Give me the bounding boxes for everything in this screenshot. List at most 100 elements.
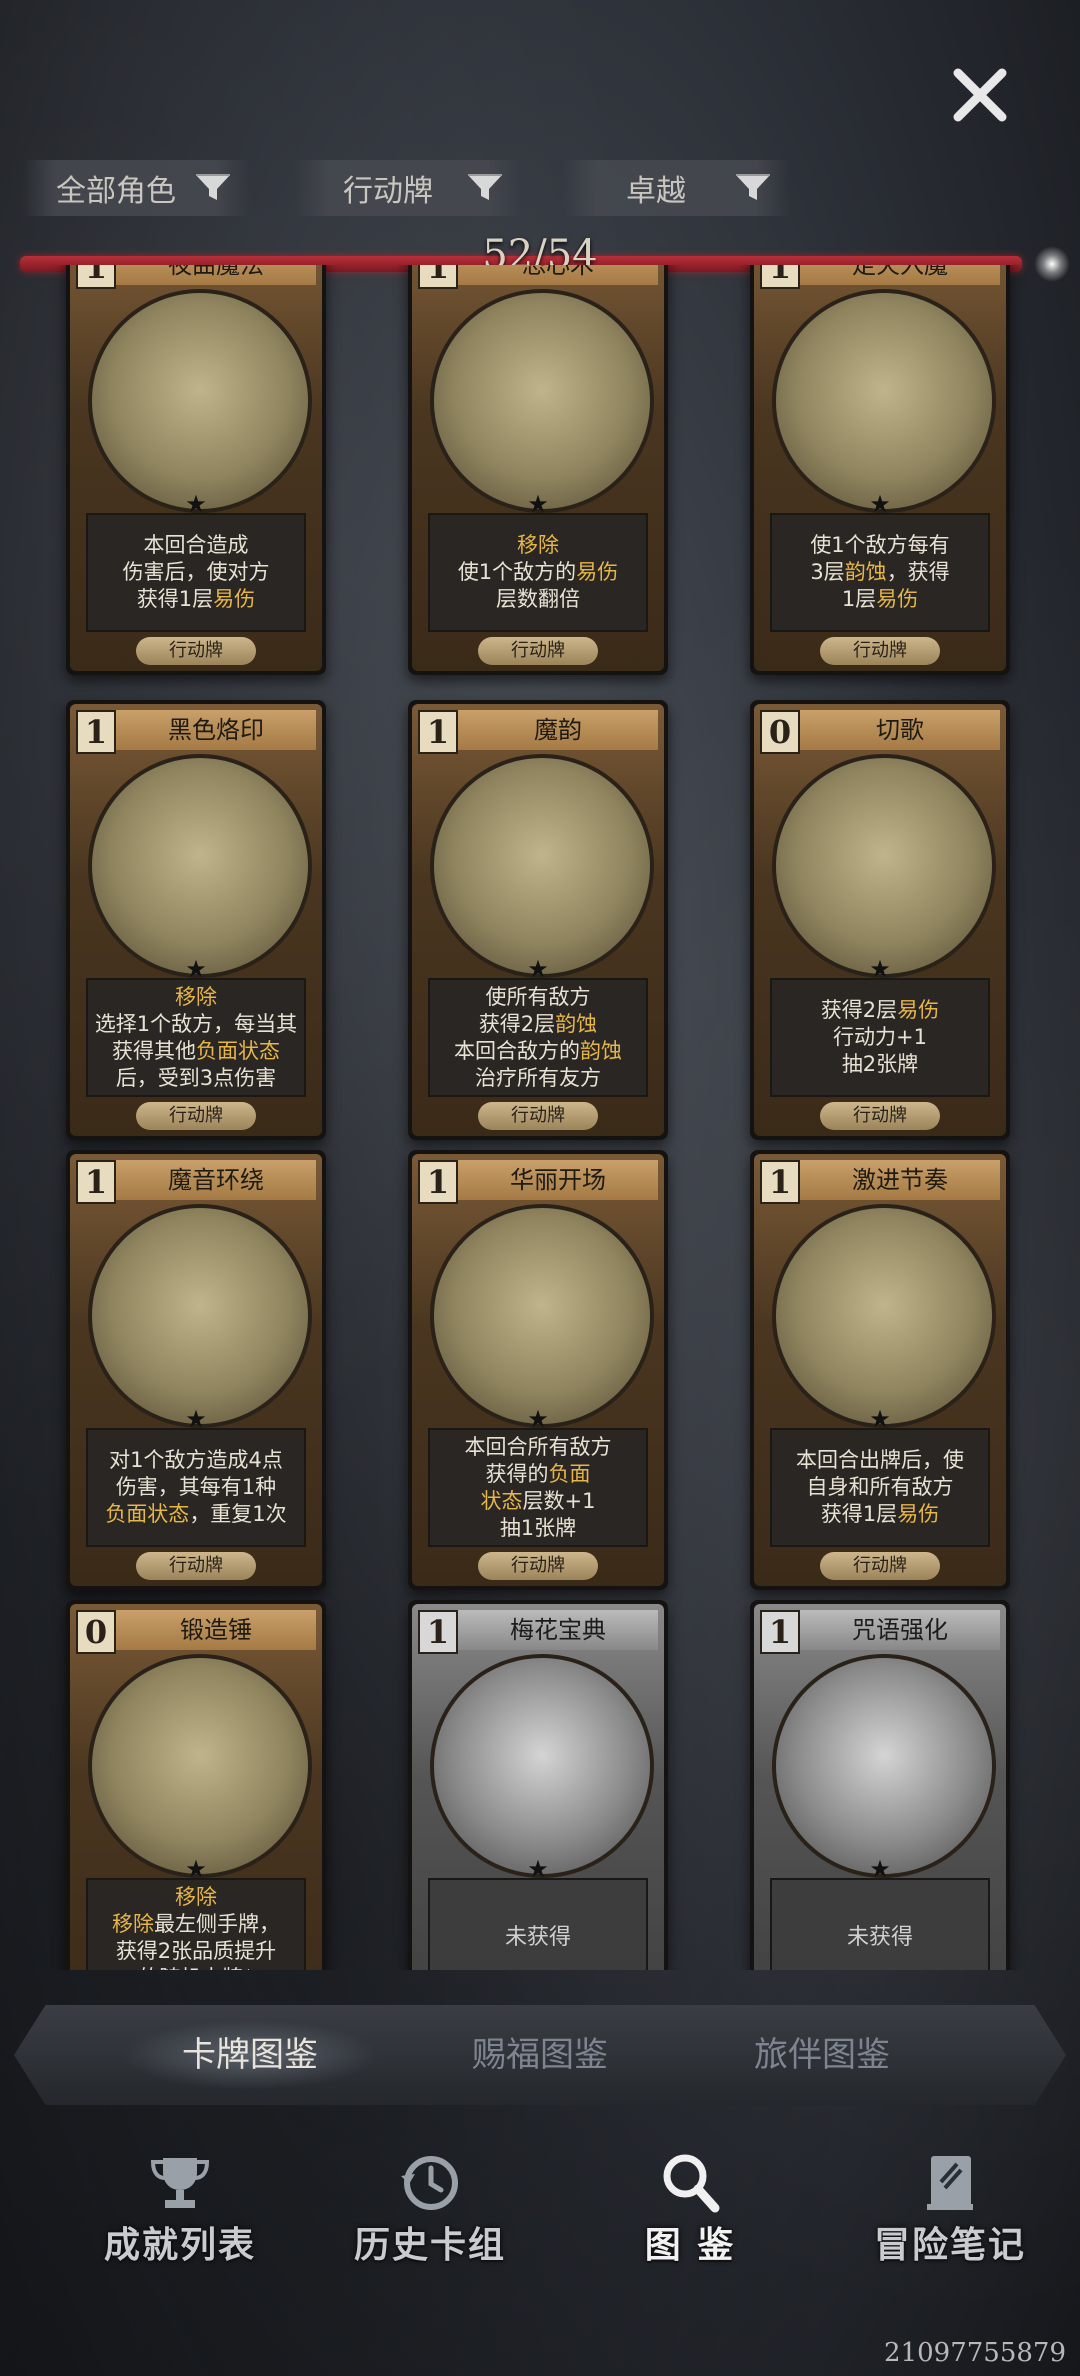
keyword: 移除 — [517, 533, 559, 557]
description-text: 获得1层 — [820, 1502, 898, 1526]
nav-adventure-notes[interactable]: 冒险笔记 — [835, 2150, 1065, 2290]
filter-label: 卓越 — [626, 174, 686, 209]
card-name: 魔音环绕 — [116, 1160, 316, 1200]
description-line: 本回合造成 — [144, 532, 249, 559]
card-description: 使所有敌方 获得2层韵蚀 本回合敌方的韵蚀 治疗所有友方 — [428, 978, 648, 1097]
card-type: 行动牌 — [136, 637, 256, 665]
card[interactable]: 1 魔音环绕 ★ 对1个敌方造成4点 伤害，其每有1种 负面状态，重复1次 行动牌 — [66, 1150, 326, 1590]
funnel-icon — [736, 174, 770, 200]
description-text: 治疗所有友方 — [475, 1065, 601, 1090]
card-name: 梅花宝典 — [458, 1610, 658, 1650]
card-name: 华丽开场 — [458, 1160, 658, 1200]
card-grid[interactable]: 1 夜曲魔法 ★ 本回合造成 伤害后，使对方 获得1层易伤 行动牌 1 恐心术 ★ 移除 使1个敌方的… — [0, 265, 1080, 1970]
card-name: 魔韵 — [458, 710, 658, 750]
card-description: 本回合所有敌方 获得的负面 状态层数+1 抽1张牌 — [428, 1428, 648, 1547]
nav-history-deck[interactable]: 历史卡组 — [315, 2150, 545, 2290]
funnel-icon — [196, 174, 230, 200]
filter-label: 行动牌 — [343, 174, 433, 209]
card-description: 本回合造成 伤害后，使对方 获得1层易伤 — [86, 513, 306, 632]
description-text: 获得其他 — [112, 1038, 196, 1063]
tab-card-codex[interactable]: 卡牌图鉴 — [120, 2020, 380, 2090]
card-name: 锻造锤 — [116, 1610, 316, 1650]
description-line: 选择1个敌方，每当其 — [95, 1011, 297, 1038]
description-text: 伤害，其每有1种 — [115, 1475, 277, 1499]
card[interactable]: 1 黑色烙印 ★ 移除 选择1个敌方，每当其 获得其他负面状态 后，受到3点伤害 行动牌 — [66, 700, 326, 1140]
card-art — [772, 1654, 996, 1878]
card[interactable]: 1 魔韵 ★ 使所有敌方 获得2层韵蚀 本回合敌方的韵蚀 治疗所有友方 行动牌 — [408, 700, 668, 1140]
description-text: 层数翻倍 — [496, 587, 580, 611]
close-button[interactable] — [945, 60, 1015, 130]
nav-achievements[interactable]: 成就列表 — [65, 2150, 295, 2290]
card-description: 移除 使1个敌方的易伤 层数翻倍 — [428, 513, 648, 632]
card-art — [430, 754, 654, 978]
card-description: 移除 选择1个敌方，每当其 获得其他负面状态 后，受到3点伤害 — [86, 978, 306, 1097]
card-art — [772, 1204, 996, 1428]
keyword: 易伤 — [897, 998, 940, 1022]
description-text: 的随机卡牌* — [138, 1966, 254, 1971]
card[interactable]: 1 梅花宝典 ★ 未获得 — [408, 1600, 668, 1970]
keyword: 易伤 — [213, 587, 256, 611]
card-art — [772, 754, 996, 978]
card[interactable]: 1 夜曲魔法 ★ 本回合造成 伤害后，使对方 获得1层易伤 行动牌 — [66, 265, 326, 675]
card-cost: 1 — [418, 1160, 458, 1204]
keyword: 负面状态 — [196, 1038, 280, 1063]
card[interactable]: 0 切歌 ★ 获得2层易伤 行动力+1 抽2张牌 行动牌 — [750, 700, 1010, 1140]
card[interactable]: 1 华丽开场 ★ 本回合所有敌方 获得的负面 状态层数+1 抽1张牌 行动牌 — [408, 1150, 668, 1590]
card-name: 夜曲魔法 — [116, 265, 316, 285]
description-line: 3层韵蚀，获得 — [810, 559, 949, 586]
description-line: 抽2张牌 — [842, 1051, 918, 1078]
description-text: 使1个敌方的 — [457, 560, 577, 584]
keyword: 移除 — [112, 1911, 154, 1936]
filter-character[interactable]: 全部角色 — [22, 160, 250, 216]
close-icon — [953, 68, 1007, 122]
description-line: 使1个敌方每有 — [810, 532, 949, 559]
description-text: 伤害后，使对方 — [122, 560, 270, 584]
keyword: 韵蚀 — [580, 1038, 622, 1063]
card-cost: 1 — [76, 265, 116, 289]
description-line: 移除 — [175, 1884, 217, 1911]
description-text: 本回合造成 — [143, 533, 249, 557]
tab-blessing-codex[interactable]: 赐福图鉴 — [410, 2020, 670, 2090]
card-cost: 1 — [76, 1160, 116, 1204]
trophy-icon — [150, 2158, 210, 2208]
card[interactable]: 1 走火入魔 ★ 使1个敌方每有 3层韵蚀，获得 1层易伤 行动牌 — [750, 265, 1010, 675]
card-name: 激进节奏 — [800, 1160, 1000, 1200]
nav-codex[interactable]: 图 鉴 — [575, 2150, 805, 2290]
card-description: 对1个敌方造成4点 伤害，其每有1种 负面状态，重复1次 — [86, 1428, 306, 1547]
description-text: 获得2层 — [820, 998, 898, 1022]
card-type: 行动牌 — [820, 637, 940, 665]
keyword: 移除 — [175, 984, 217, 1009]
description-text: 本回合出牌后，使 — [796, 1448, 964, 1472]
description-line: 自身和所有敌方 — [807, 1474, 954, 1501]
description-text: 使1个敌方每有 — [810, 533, 950, 557]
keyword: 易伤 — [876, 587, 919, 611]
magnifier-icon — [663, 2154, 720, 2213]
description-line: 后，受到3点伤害 — [116, 1065, 276, 1092]
card-art — [430, 289, 654, 513]
card-cost: 1 — [760, 1160, 800, 1204]
card-description: 未获得 — [428, 1878, 648, 1970]
card[interactable]: 1 咒语强化 ★ 未获得 — [750, 1600, 1010, 1970]
card-art — [430, 1654, 654, 1878]
description-line: 获得2张品质提升 — [116, 1938, 276, 1965]
card[interactable]: 1 激进节奏 ★ 本回合出牌后，使 自身和所有敌方 获得1层易伤 行动牌 — [750, 1150, 1010, 1590]
description-line: 使所有敌方 — [486, 984, 591, 1011]
filter-card-type[interactable]: 行动牌 — [294, 160, 522, 216]
description-line: 层数翻倍 — [496, 586, 580, 613]
card-name: 走火入魔 — [800, 265, 1000, 285]
keyword: 韵蚀 — [844, 560, 887, 584]
tab-companion-codex[interactable]: 旅伴图鉴 — [692, 2020, 952, 2090]
description-line: 获得2层易伤 — [821, 997, 939, 1024]
description-line: 抽1张牌 — [500, 1515, 576, 1542]
card[interactable]: 0锻造锤★移除移除最左侧手牌，获得2张品质提升的随机卡牌* — [66, 1600, 326, 1970]
description-text: 未获得 — [846, 1925, 913, 1950]
card-cost: 1 — [760, 265, 800, 289]
description-line: 移除 — [175, 984, 217, 1011]
card-type: 行动牌 — [820, 1102, 940, 1130]
card-art — [88, 754, 312, 978]
card-description: 移除移除最左侧手牌，获得2张品质提升的随机卡牌* — [86, 1878, 306, 1970]
card[interactable]: 1 恐心术 ★ 移除 使1个敌方的易伤 层数翻倍 行动牌 — [408, 265, 668, 675]
description-text: 抽1张牌 — [499, 1515, 577, 1540]
filter-rarity[interactable]: 卓越 — [562, 160, 790, 216]
description-line: 行动力+1 — [833, 1024, 927, 1051]
